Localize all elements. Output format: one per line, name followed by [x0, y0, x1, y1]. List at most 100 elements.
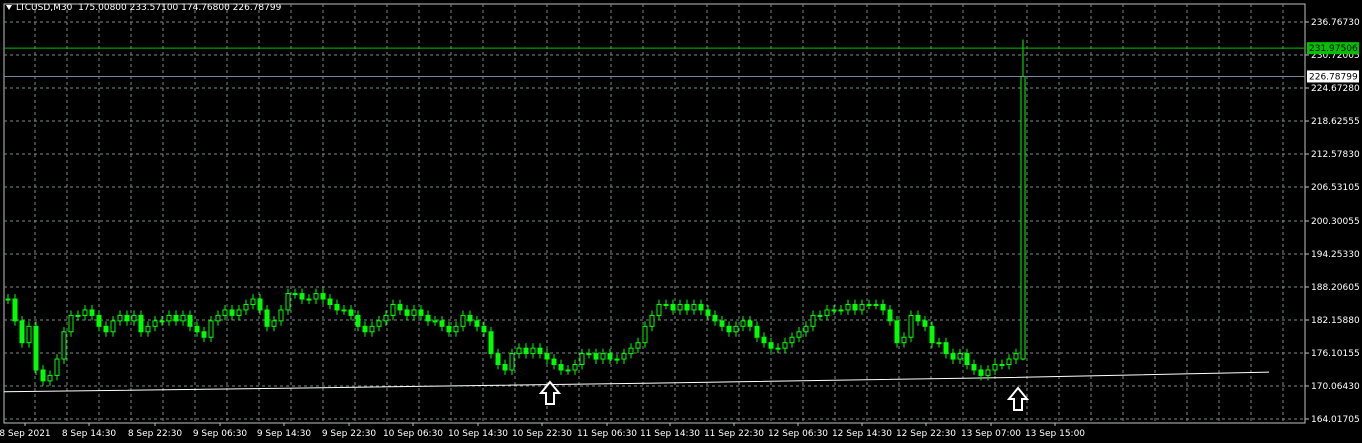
x-tick-label: 10 Sep 06:30	[383, 429, 443, 439]
candle-bear	[362, 325, 368, 333]
candle-bull	[782, 342, 788, 349]
candle-bull	[586, 353, 592, 356]
candle-bull	[663, 303, 669, 306]
price-chart[interactable]: 8 Sep 2021 8 Sep 14:30 8 Sep 22:30 9 Sep 06…	[0, 0, 1362, 443]
candle-bull	[866, 303, 872, 306]
candle-bear	[138, 314, 144, 333]
candle-bull	[656, 303, 662, 316]
candle-bear	[915, 314, 921, 322]
x-tick-label: 9 Sep 22:30	[322, 429, 377, 439]
candle-bull	[215, 314, 221, 322]
candle-bear	[103, 325, 109, 333]
candle-bull	[159, 320, 165, 323]
candle-bull	[243, 303, 249, 311]
candle-bull	[306, 298, 312, 301]
candle-bull	[600, 353, 606, 360]
candle-bull	[789, 336, 795, 344]
x-tick-label: 12 Sep 22:30	[896, 429, 956, 439]
candle-bull	[131, 314, 137, 322]
dropdown-triangle-icon[interactable]	[6, 5, 12, 10]
candle-bear	[894, 320, 900, 344]
candle-bear	[922, 320, 928, 327]
candle-bull	[222, 309, 228, 316]
candle-bull	[383, 314, 389, 322]
candle-bull	[992, 364, 998, 371]
chart-header: LTCUSD,M30 175.00800 233.57100 174.76800…	[6, 3, 281, 13]
candle-bull	[985, 369, 991, 376]
candle-bull	[285, 293, 291, 311]
candle-bull	[642, 325, 648, 344]
candle-bear	[964, 353, 970, 366]
candle-bull	[572, 364, 578, 371]
candle-bear	[544, 353, 550, 360]
candle-bear	[124, 314, 130, 322]
up-arrow-icon	[1006, 386, 1030, 411]
candle-bear	[19, 320, 25, 344]
candle-bear	[747, 320, 753, 327]
trend-line	[3, 371, 1270, 393]
candle-bear	[593, 353, 599, 360]
candle-bear	[299, 293, 305, 300]
x-tick-label: 12 Sep 06:30	[768, 429, 828, 439]
candle-bull	[628, 347, 634, 355]
candle-bear	[439, 320, 445, 327]
candle-bear	[355, 314, 361, 327]
spike-candle-body	[1020, 75, 1026, 360]
candle-bull	[957, 353, 963, 360]
y-tick-label: 224.67280	[1311, 84, 1360, 94]
candle-bear	[537, 347, 543, 355]
candle-bull	[509, 353, 515, 371]
y-tick-label: 218.62555	[1311, 117, 1360, 127]
candle-bear	[481, 325, 487, 333]
candle-bull	[5, 298, 11, 301]
candle-bull	[390, 303, 396, 316]
candle-bear	[719, 320, 725, 327]
candle-bull	[453, 325, 459, 333]
candle-bull	[250, 298, 256, 305]
candle-bull	[579, 353, 585, 366]
candle-bear	[558, 364, 564, 371]
candle-bear	[943, 342, 949, 355]
candle-bear	[488, 331, 494, 355]
x-tick-label: 11 Sep 22:30	[704, 429, 764, 439]
candle-bull	[75, 314, 81, 317]
candle-bull	[621, 353, 627, 360]
candle-bear	[418, 309, 424, 316]
candle-bull	[1006, 358, 1012, 366]
candle-bear	[950, 353, 956, 360]
candle-bear	[887, 309, 893, 322]
y-tick-label: 236.76730	[1311, 18, 1360, 28]
candle-bull	[817, 314, 823, 317]
candle-bear	[712, 314, 718, 322]
candle-bull	[635, 342, 641, 349]
x-tick-label: 13 Sep 07:00	[961, 429, 1021, 439]
candle-bull	[369, 325, 375, 333]
candle-bull	[649, 314, 655, 327]
candle-bull	[691, 303, 697, 311]
plot-frame	[3, 3, 1306, 424]
candle-bear	[257, 298, 263, 311]
candle-bear	[187, 314, 193, 327]
candle-bear	[397, 303, 403, 311]
candle-bear	[348, 309, 354, 316]
candle-bear	[467, 314, 473, 322]
candle-bear	[726, 325, 732, 333]
candle-bear	[705, 309, 711, 316]
x-tick-label: 9 Sep 06:30	[193, 429, 248, 439]
y-tick-label: 176.10155	[1311, 349, 1360, 359]
candle-bear	[971, 364, 977, 371]
candle-bear	[173, 314, 179, 322]
candle-bull	[873, 303, 879, 306]
candle-bull	[838, 309, 844, 312]
candle-bull	[180, 314, 186, 322]
candle-bull	[376, 320, 382, 327]
candle-bull	[110, 320, 116, 333]
candle-bull	[859, 303, 865, 311]
candle-bear	[852, 303, 858, 311]
candle-bull	[313, 293, 319, 300]
candle-bull	[411, 309, 417, 316]
candle-bull	[341, 309, 347, 312]
candle-bear	[264, 309, 270, 327]
candle-bull	[82, 309, 88, 316]
candle-bear	[607, 353, 613, 360]
